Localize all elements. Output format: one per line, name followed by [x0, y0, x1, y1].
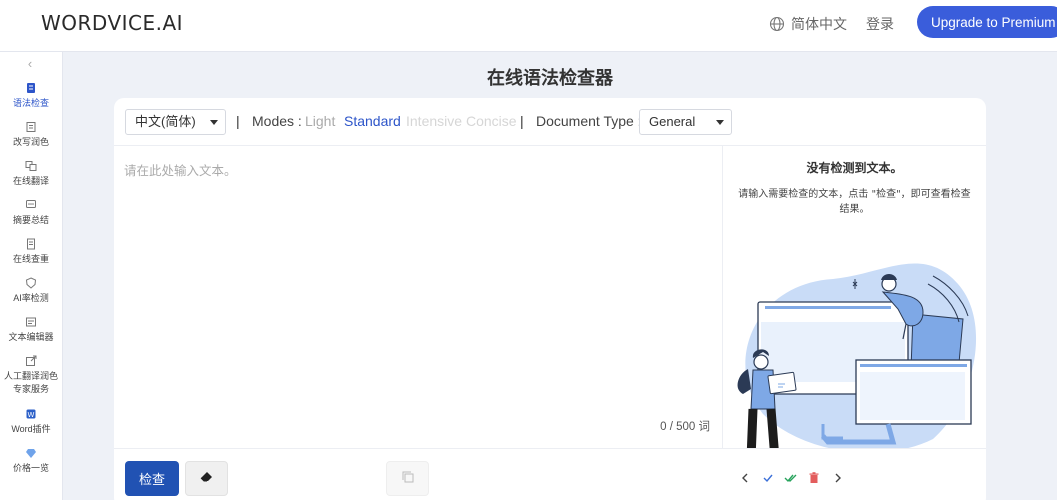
upgrade-button[interactable]: Upgrade to Premium	[917, 6, 1057, 38]
sidebar-item-editor[interactable]: 文本编辑器	[0, 316, 62, 343]
chevron-right-icon[interactable]	[831, 471, 845, 485]
editor-panel: 0 / 500 词	[114, 146, 723, 448]
summary-icon	[26, 200, 36, 208]
language-label: 简体中文	[791, 16, 847, 32]
sidebar-item-label: AI率检测	[13, 293, 49, 303]
result-title: 没有检测到文本。	[806, 161, 903, 175]
bottom-bar: 检查	[114, 448, 986, 500]
chevron-left-icon[interactable]	[738, 471, 752, 485]
copy-icon	[402, 471, 413, 483]
toolbar: 中文(简体) | Modes : Light Standard Intensiv…	[114, 98, 986, 146]
translate-icon	[25, 161, 37, 171]
logo[interactable]: WORDVICE.AI	[41, 11, 183, 35]
separator: |	[236, 113, 240, 129]
sidebar-item-translate[interactable]: 在线翻译	[0, 160, 62, 187]
word-count: 0 / 500 词	[660, 421, 710, 433]
mode-intensive[interactable]: Intensive	[406, 113, 462, 129]
top-bar: WORDVICE.AI 简体中文 登录 Upgrade to Premium	[0, 0, 1057, 52]
sidebar-item-label: 人工翻译润色	[3, 371, 58, 381]
separator: |	[520, 113, 524, 129]
diamond-icon	[26, 449, 36, 458]
sidebar-item-label: 价格一览	[12, 463, 49, 473]
sidebar-item-label: 摘要总结	[12, 215, 49, 225]
sidebar-item-label: 改写润色	[12, 137, 49, 147]
document-type-label: Document Type :	[536, 113, 642, 129]
globe-icon	[769, 16, 785, 32]
language-select[interactable]: 中文(简体)	[125, 109, 226, 135]
expert-service-icon	[26, 355, 37, 366]
sidebar-item-label: Word插件	[11, 424, 51, 434]
sidebar-item-grammar[interactable]: 语法检查	[0, 82, 62, 109]
mode-concise[interactable]: Concise	[466, 113, 517, 129]
plagiarism-icon	[27, 238, 35, 250]
document-type-value: General	[649, 114, 696, 129]
sidebar-item-ai-detect[interactable]: AI率检测	[0, 277, 62, 304]
mode-light[interactable]: Light	[305, 113, 335, 129]
document-type-select[interactable]: General	[639, 109, 732, 135]
language-select-value: 中文(简体)	[135, 114, 196, 129]
word-icon: W	[26, 409, 36, 419]
copy-button[interactable]	[386, 461, 429, 496]
sidebar-item-label-2: 专家服务	[12, 384, 49, 394]
clear-button[interactable]	[185, 461, 228, 496]
check-button[interactable]: 检查	[125, 461, 179, 496]
chevron-down-icon	[210, 120, 218, 125]
ai-detect-icon	[25, 277, 37, 289]
sidebar-item-summary[interactable]: 摘要总结	[0, 199, 62, 226]
sidebar-item-label: 在线查重	[12, 254, 49, 264]
sidebar: ‹ 语法检查 改写润色 在线翻译 摘要总结 在线查重 AI率检测 文本编辑器 人…	[0, 52, 63, 500]
sidebar-item-pricing[interactable]: 价格一览	[0, 447, 62, 474]
eraser-icon	[200, 472, 212, 482]
login-link[interactable]: 登录	[866, 14, 894, 34]
collapse-sidebar-icon[interactable]: ‹	[22, 56, 38, 72]
sidebar-item-label: 在线翻译	[12, 176, 49, 186]
editor-icon	[26, 317, 36, 327]
page-title: 在线语法检查器	[487, 68, 613, 89]
trash-icon[interactable]	[807, 471, 821, 485]
language-switch[interactable]: 简体中文	[769, 14, 847, 34]
modes-label: Modes :	[252, 113, 302, 129]
sidebar-item-plagiarism[interactable]: 在线查重	[0, 238, 62, 265]
accept-icon[interactable]	[761, 471, 775, 485]
sidebar-item-expert-service[interactable]: 人工翻译润色 专家服务	[0, 355, 62, 395]
empty-state-illustration	[737, 263, 977, 448]
sidebar-item-label: 语法检查	[12, 98, 49, 108]
sidebar-item-label: 文本编辑器	[8, 332, 54, 342]
sidebar-item-word[interactable]: W Word插件	[0, 408, 62, 435]
result-hint: 请输入需要检查的文本，点击 "检查"，即可查看检查结果。	[738, 189, 971, 215]
mode-standard[interactable]: Standard	[344, 113, 401, 129]
rewrite-icon	[26, 122, 36, 132]
text-input[interactable]	[124, 160, 714, 410]
result-panel: 没有检测到文本。 请输入需要检查的文本，点击 "检查"，即可查看检查结果。	[723, 146, 986, 448]
chevron-down-icon	[716, 120, 724, 125]
accept-all-icon[interactable]	[784, 471, 798, 485]
grammar-checker-card: 中文(简体) | Modes : Light Standard Intensiv…	[114, 98, 986, 500]
sidebar-item-rewrite[interactable]: 改写润色	[0, 121, 62, 148]
svg-text:W: W	[28, 411, 35, 419]
grammar-icon	[27, 83, 35, 93]
